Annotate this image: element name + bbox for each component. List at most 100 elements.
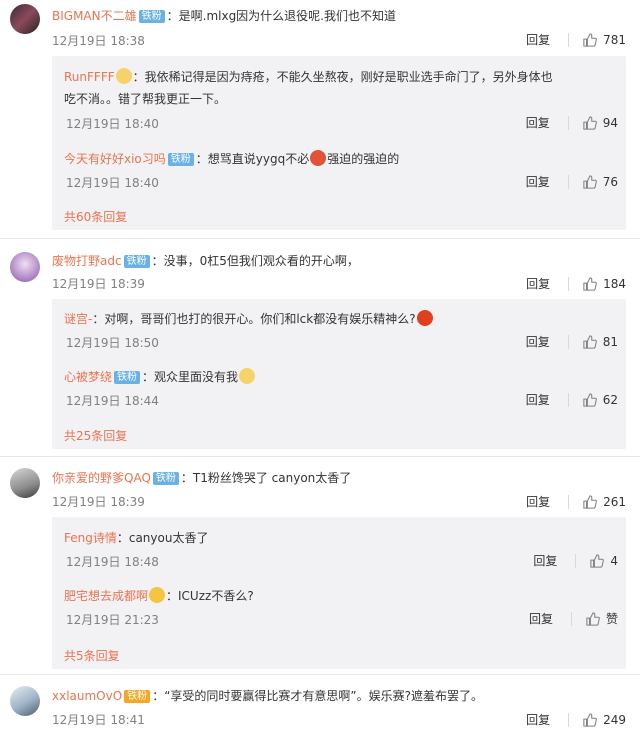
username[interactable]: 你亲爱的野爹QAQ — [52, 471, 151, 485]
crab-emoji-icon — [310, 150, 327, 166]
like-icon[interactable] — [590, 553, 605, 568]
comment-time: 12月19日 18:41 — [52, 713, 145, 727]
reply-button[interactable]: 回复 — [526, 493, 550, 510]
reply-button[interactable]: 回复 — [526, 114, 550, 131]
divider — [567, 115, 569, 130]
angry-emoji-icon — [416, 310, 433, 326]
reply-button[interactable]: 回复 — [526, 275, 550, 292]
reply-text: ：我依稀记得是因为痔疮，不能久坐熬夜，刚好是职业选手命门了，另外身体也 — [132, 70, 553, 84]
reply-username[interactable]: 肥宅想去成都啊 — [64, 589, 148, 603]
reply-actions: 回复 76 — [526, 173, 618, 190]
like-icon[interactable] — [583, 494, 597, 509]
reply-button[interactable]: 回复 — [526, 711, 550, 728]
like-icon[interactable] — [583, 712, 597, 727]
like-icon[interactable] — [583, 392, 597, 407]
reply-text: ：对啊，哥哥们也打的很开心。你们和lck都没有娱乐精神么? — [92, 312, 416, 326]
like-count: 4 — [610, 553, 618, 568]
reply-time: 12月19日 18:40 — [66, 117, 159, 131]
divider — [568, 276, 570, 291]
fan-badge: 铁粉 — [114, 371, 141, 384]
avatar[interactable] — [10, 252, 40, 282]
fan-badge: 铁粉 — [123, 255, 150, 268]
reply-username[interactable]: RunFFFF — [64, 70, 115, 84]
heart-eyes-emoji-icon — [149, 587, 166, 603]
like-count: 94 — [602, 115, 618, 130]
reply-list: RunFFFF ：我依稀记得是因为痔疮，不能久坐熬夜，刚好是职业选手命门了，另外身… — [52, 56, 626, 230]
fan-badge: 铁粉 — [152, 472, 179, 485]
reply-list: 谜宫-：对啊，哥哥们也打的很开心。你们和lck都没有娱乐精神么? 12月19日 … — [52, 299, 626, 449]
comment-actions: 回复 261 — [526, 493, 626, 510]
reply-username[interactable]: 今天有好好xio习吗 — [64, 152, 166, 166]
reply-text-continued: 吃不消。。错了帮我更正一下。 — [64, 92, 227, 106]
divider — [0, 456, 640, 457]
like-count: 76 — [602, 174, 618, 189]
like-icon[interactable] — [583, 32, 597, 47]
reply-button[interactable]: 回复 — [526, 31, 550, 48]
comment-time: 12月19日 18:39 — [52, 277, 145, 291]
username[interactable]: xxlaumOvO — [52, 689, 122, 703]
divider — [0, 674, 640, 675]
comment-item: BIGMAN不二雄 铁粉 ：是啊.mlxg因为什么退役呢.我们也不知道 12月19日… — [0, 0, 640, 230]
more-replies-link[interactable]: 共5条回复 — [64, 647, 120, 664]
comment-actions: 回复 249 — [526, 711, 626, 728]
reply-username[interactable]: 心被梦绕 — [64, 370, 112, 384]
reply-text: ：canyou太香了 — [116, 531, 209, 545]
divider — [568, 494, 570, 509]
comment-item: 你亲爱的野爹QAQ 铁粉 ：T1粉丝馋哭了 canyon太香了 12月19日 18:… — [0, 460, 640, 672]
like-icon[interactable] — [583, 174, 597, 189]
comment-item: 废物打野adc 铁粉 ：没事，0杠5但我们观众看的开心啊， 12月19日 18:39… — [0, 244, 640, 450]
comment-time: 12月19日 18:38 — [52, 34, 145, 48]
divider — [568, 712, 570, 727]
avatar[interactable] — [10, 686, 40, 716]
reply-actions: 回复 94 — [526, 114, 618, 131]
reply-username[interactable]: Feng诗情 — [64, 531, 117, 545]
reply-button[interactable]: 回复 — [533, 552, 557, 569]
reply-actions: 回复 赞 — [529, 610, 618, 627]
avatar[interactable] — [10, 4, 40, 34]
reply-text-continued: 强迫的强迫的 — [327, 152, 400, 166]
like-count: 62 — [602, 392, 618, 407]
reply-actions: 回复 81 — [526, 333, 618, 350]
reply-button[interactable]: 回复 — [529, 610, 553, 627]
comment-text: ：“享受的同时要赢得比赛才有意思啊”。娱乐赛?遮羞布罢了。 — [152, 689, 483, 703]
face-emoji-icon — [115, 68, 132, 84]
comment-actions: 回复 781 — [526, 31, 626, 48]
fan-badge: 铁粉 — [124, 690, 151, 703]
like-icon[interactable] — [583, 276, 597, 291]
username[interactable]: 废物打野adc — [52, 254, 122, 268]
reply-button[interactable]: 回复 — [526, 391, 550, 408]
username[interactable]: BIGMAN不二雄 — [52, 9, 137, 23]
like-icon[interactable] — [586, 611, 600, 626]
fan-badge: 铁粉 — [138, 10, 165, 23]
like-count: 249 — [603, 712, 626, 727]
comment-item: xxlaumOvO 铁粉 ：“享受的同时要赢得比赛才有意思啊”。娱乐赛?遮羞布罢了。… — [0, 678, 640, 738]
like-count: 赞 — [605, 612, 618, 626]
reply-text: ：ICUzz不香么? — [166, 589, 254, 603]
comment-time: 12月19日 18:39 — [52, 495, 145, 509]
reply-actions: 回复 62 — [526, 391, 618, 408]
divider — [567, 174, 569, 189]
like-count: 184 — [603, 276, 626, 291]
fan-badge: 铁粉 — [167, 153, 194, 166]
divider — [575, 553, 577, 568]
reply-text: ：想骂直说yygq不必 — [195, 152, 310, 166]
reply-time: 12月19日 18:44 — [66, 394, 159, 408]
like-icon[interactable] — [583, 115, 597, 130]
sleepy-emoji-icon — [239, 368, 256, 384]
like-icon[interactable] — [583, 334, 597, 349]
reply-button[interactable]: 回复 — [526, 333, 550, 350]
reply-username[interactable]: 谜宫- — [64, 312, 92, 326]
comment-actions: 回复 184 — [526, 275, 626, 292]
comment-text: ：T1粉丝馋哭了 canyon太香了 — [180, 471, 352, 485]
reply-time: 12月19日 18:40 — [66, 176, 159, 190]
reply-time: 12月19日 21:23 — [66, 613, 159, 627]
reply-list: Feng诗情：canyou太香了 12月19日 18:48 回复 4 肥宅想去成… — [52, 517, 626, 669]
reply-button[interactable]: 回复 — [526, 173, 550, 190]
divider — [0, 238, 640, 239]
reply-text: ：观众里面没有我 — [142, 370, 239, 384]
more-replies-link[interactable]: 共25条回复 — [64, 427, 127, 444]
divider — [567, 392, 569, 407]
avatar[interactable] — [10, 468, 40, 498]
more-replies-link[interactable]: 共60条回复 — [64, 208, 127, 225]
like-count: 81 — [602, 334, 618, 349]
